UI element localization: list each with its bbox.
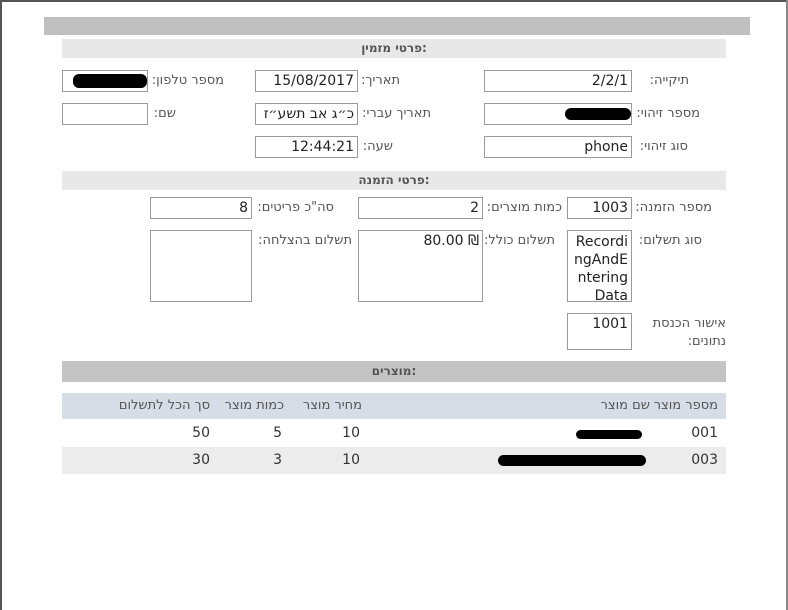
phone-field[interactable] [62,70,148,92]
successful-payment-field[interactable] [150,230,252,302]
case-field[interactable]: 2/2/1 [484,70,632,92]
product-quantity-field[interactable]: 2 [358,197,483,219]
payment-type-label: סוג תשלום: [638,233,702,248]
column-header-total: סך הכל לתשלום [118,398,210,413]
id-type-field[interactable]: phone [484,136,632,158]
time-label: שעה: [362,139,393,154]
table-row: 003 10 3 30 [62,447,726,474]
total-payment-field[interactable]: 80.00 ₪ [358,230,483,302]
date-label: תאריך: [361,73,400,88]
column-header-product-name: שם מוצר [600,398,650,413]
top-bar [44,17,750,35]
quantity-cell: 3 [273,452,282,468]
product-number-cell: 003 [691,452,718,468]
product-number-cell: 001 [691,425,718,441]
total-payment-label: תשלום כולל: [483,233,555,248]
redaction-mark [576,430,642,439]
data-entry-approval-label: אישור הכנסת נתונים: [652,316,726,349]
column-header-product-number: מספר מוצר [653,398,718,413]
redaction-mark [565,108,631,120]
total-items-label: סה"כ פריטים: [257,200,334,215]
name-field[interactable] [62,103,148,125]
column-header-quantity: כמות מוצר [224,398,284,413]
price-cell: 10 [342,452,360,468]
section-header-products: מוצרים: [62,361,726,382]
section-header-customer: פרטי מזמין: [62,39,726,58]
date-field[interactable]: 15/08/2017 [255,70,358,92]
hebrew-date-field[interactable]: כ״ג אב תשע״ז [255,103,358,125]
total-cell: 30 [192,452,210,468]
successful-payment-label: תשלום בהצלחה: [258,233,352,248]
redaction-mark [73,74,147,88]
section-header-order: פרטי הזמנה: [62,171,726,190]
name-label: שם: [153,106,176,121]
window-left-border [0,0,2,610]
id-number-field[interactable] [484,103,632,125]
order-number-label: מספר הזמנה: [635,200,712,215]
column-header-price: מחיר מוצר [302,398,362,413]
quantity-cell: 5 [273,425,282,441]
id-number-label: מספר זיהוי: [636,106,700,121]
product-quantity-label: כמות מוצרים: [486,200,562,215]
data-entry-approval-field[interactable]: 1001 [567,313,632,350]
phone-label: מספר טלפון: [151,73,224,88]
payment-type-field[interactable]: RecordingAndEnteringData [567,230,632,302]
table-row: 001 10 5 50 [62,420,726,447]
order-number-field[interactable]: 1003 [567,197,632,219]
window-top-border [0,0,788,2]
products-table-header: מספר מוצר שם מוצר מחיר מוצר כמות מוצר סך… [62,393,726,419]
total-cell: 50 [192,425,210,441]
time-field[interactable]: 12:44:21 [255,136,358,158]
total-items-field[interactable]: 8 [150,197,252,219]
price-cell: 10 [342,425,360,441]
hebrew-date-label: תאריך עברי: [362,106,431,121]
case-label: תיקייה: [649,73,689,88]
redaction-mark [498,455,646,466]
id-type-label: סוג זיהוי: [639,139,688,154]
